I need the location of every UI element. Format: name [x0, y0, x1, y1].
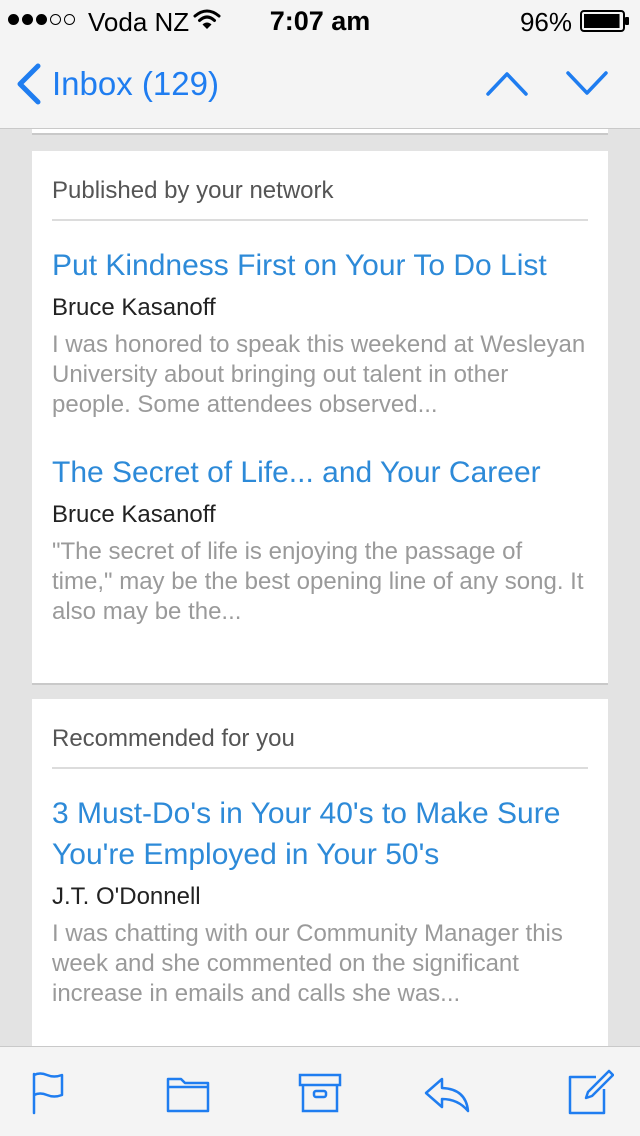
article-item[interactable]: The Secret of Life... and Your Career Br…	[52, 452, 588, 627]
article-title-link[interactable]: The Secret of Life... and Your Career	[52, 452, 588, 493]
reply-icon	[424, 1077, 470, 1113]
article-title-link[interactable]: Put Kindness First on Your To Do List	[52, 245, 588, 286]
article-snippet: I was honored to speak this weekend at W…	[52, 331, 586, 418]
section-header: Recommended for you	[52, 699, 588, 769]
status-bar: Voda NZ 7:07 am 96%	[0, 0, 640, 40]
recommended-posts-card: Recommended for you 3 Must-Do's in Your …	[32, 699, 608, 1047]
chevron-up-icon[interactable]	[485, 68, 529, 98]
article-snippet: I was chatting with our Community Manage…	[52, 920, 563, 1007]
article-title-link[interactable]: 3 Must-Do's in Your 40's to Make Sure Yo…	[52, 793, 588, 875]
battery-percentage: 96%	[519, 7, 572, 37]
article-item[interactable]: Put Kindness First on Your To Do List Br…	[52, 245, 588, 420]
archive-icon	[298, 1073, 342, 1113]
back-to-inbox-button[interactable]: Inbox (129)	[14, 62, 219, 106]
flag-button[interactable]	[26, 1069, 74, 1117]
article-snippet: "The secret of life is enjoying the pass…	[52, 538, 584, 625]
article-author: Bruce Kasanoff	[52, 501, 216, 528]
chevron-left-icon	[17, 63, 41, 105]
flag-icon	[32, 1072, 64, 1115]
network-posts-card: Published by your network Put Kindness F…	[32, 151, 608, 685]
compose-button[interactable]	[566, 1069, 614, 1117]
reply-button[interactable]	[422, 1069, 470, 1117]
chevron-down-icon[interactable]	[565, 68, 609, 98]
battery-icon	[580, 10, 630, 32]
back-button-label: Inbox (129)	[52, 65, 219, 102]
compose-icon	[568, 1069, 614, 1115]
article-author: Bruce Kasanoff	[52, 294, 216, 321]
navigation-bar: Inbox (129)	[0, 40, 640, 129]
folder-icon	[166, 1077, 210, 1113]
section-header: Published by your network	[52, 151, 588, 221]
article-item[interactable]: 3 Must-Do's in Your 40's to Make Sure Yo…	[52, 793, 588, 1009]
mail-toolbar	[0, 1046, 640, 1136]
previous-card-edge	[32, 129, 608, 135]
article-author: J.T. O'Donnell	[52, 883, 201, 910]
email-body[interactable]: Published by your network Put Kindness F…	[0, 129, 640, 1047]
move-to-folder-button[interactable]	[164, 1069, 212, 1117]
archive-button[interactable]	[296, 1069, 344, 1117]
